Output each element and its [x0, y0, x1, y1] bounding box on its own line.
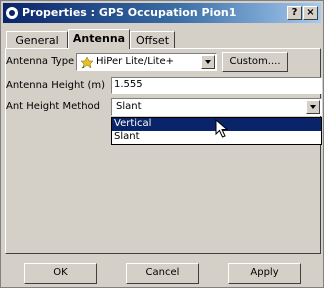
tab-offset[interactable]: Offset	[130, 31, 175, 48]
chevron-down-icon[interactable]	[306, 100, 320, 114]
antenna-type-combo[interactable]: HiPer Lite/Lite+	[76, 53, 217, 71]
antenna-type-label: Antenna Type	[6, 56, 75, 67]
cancel-button[interactable]: Cancel	[126, 263, 199, 284]
antenna-height-input[interactable]: 1.555	[111, 77, 322, 94]
help-button[interactable]: ?	[287, 6, 302, 20]
ok-button[interactable]: OK	[24, 263, 97, 284]
title-bar: Properties : GPS Occupation Pion1 ? ×	[3, 3, 321, 23]
tab-antenna[interactable]: Antenna	[68, 29, 130, 49]
chevron-down-icon[interactable]	[201, 55, 215, 69]
ant-height-method-label: Ant Height Method	[6, 101, 101, 112]
apply-button[interactable]: Apply	[228, 263, 301, 284]
antenna-type-value: HiPer Lite/Lite+	[96, 56, 175, 67]
mouse-pointer-icon	[215, 119, 229, 138]
custom-button[interactable]: Custom....	[222, 52, 288, 72]
ant-height-method-value: Slant	[116, 101, 142, 112]
tab-general[interactable]: General	[6, 31, 68, 48]
ant-height-method-combo[interactable]: Slant	[111, 98, 322, 116]
antenna-height-label: Antenna Height (m)	[6, 80, 106, 91]
properties-dialog: Properties : GPS Occupation Pion1 ? × Ge…	[0, 0, 324, 288]
app-icon	[6, 7, 18, 19]
close-button[interactable]: ×	[303, 6, 318, 20]
window-title: Properties : GPS Occupation Pion1	[22, 6, 237, 19]
antenna-icon	[80, 56, 94, 68]
